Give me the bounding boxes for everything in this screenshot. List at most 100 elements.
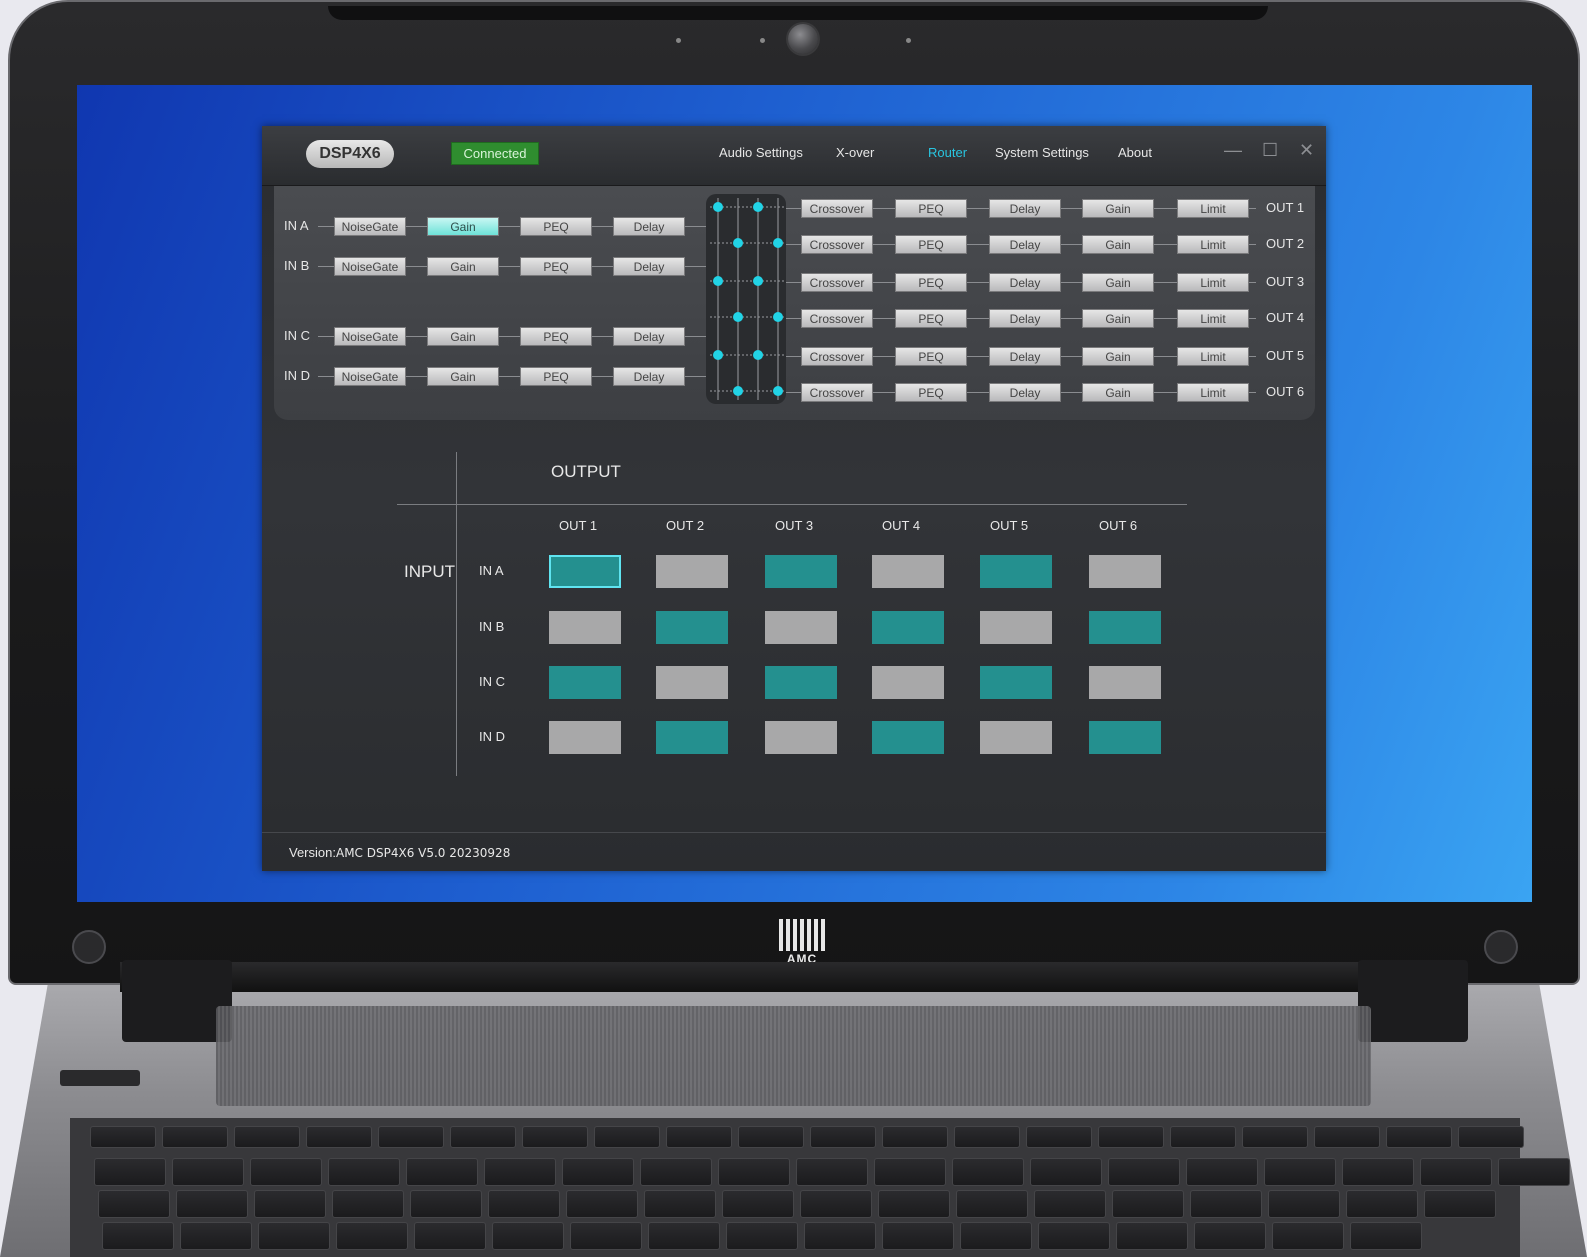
gain-block-button[interactable]: Gain bbox=[1082, 235, 1154, 254]
connection-status-button[interactable]: Connected bbox=[451, 142, 539, 165]
router-crosspoint-toggle[interactable] bbox=[980, 611, 1052, 644]
title-bar: DSP4X6 Connected Audio Settings X-over R… bbox=[262, 126, 1326, 186]
peq-block-button[interactable]: PEQ bbox=[520, 217, 592, 236]
limit-block-button[interactable]: Limit bbox=[1177, 309, 1249, 328]
delay-block-button[interactable]: Delay bbox=[613, 367, 685, 386]
gain-block-button[interactable]: Gain bbox=[427, 217, 499, 236]
router-crosspoint-toggle[interactable] bbox=[765, 555, 837, 588]
limit-block-button[interactable]: Limit bbox=[1177, 347, 1249, 366]
router-crosspoint-toggle[interactable] bbox=[872, 611, 944, 644]
nav-system-settings[interactable]: System Settings bbox=[995, 145, 1089, 160]
delay-block-button[interactable]: Delay bbox=[989, 273, 1061, 292]
keyboard-key bbox=[406, 1158, 478, 1186]
nav-router[interactable]: Router bbox=[928, 145, 967, 160]
peq-block-button[interactable]: PEQ bbox=[520, 327, 592, 346]
crossover-block-button[interactable]: Crossover bbox=[801, 273, 873, 292]
minimize-icon[interactable]: — bbox=[1224, 140, 1242, 161]
gain-block-button[interactable]: Gain bbox=[1082, 347, 1154, 366]
delay-block-button[interactable]: Delay bbox=[613, 257, 685, 276]
power-button bbox=[60, 1070, 140, 1086]
peq-block-button[interactable]: PEQ bbox=[895, 309, 967, 328]
peq-block-button[interactable]: PEQ bbox=[895, 273, 967, 292]
noisegate-block-button[interactable]: NoiseGate bbox=[334, 257, 406, 276]
router-crosspoint-toggle[interactable] bbox=[656, 666, 728, 699]
peq-block-button[interactable]: PEQ bbox=[520, 257, 592, 276]
limit-block-button[interactable]: Limit bbox=[1177, 383, 1249, 402]
limit-block-button[interactable]: Limit bbox=[1177, 273, 1249, 292]
noisegate-block-button[interactable]: NoiseGate bbox=[334, 327, 406, 346]
router-column-header: OUT 4 bbox=[882, 518, 921, 533]
crossover-block-button[interactable]: Crossover bbox=[801, 383, 873, 402]
delay-block-button[interactable]: Delay bbox=[989, 199, 1061, 218]
router-crosspoint-toggle[interactable] bbox=[1089, 721, 1161, 754]
router-crosspoint-toggle[interactable] bbox=[980, 555, 1052, 588]
router-crosspoint-toggle[interactable] bbox=[980, 721, 1052, 754]
noisegate-block-button[interactable]: NoiseGate bbox=[334, 217, 406, 236]
crossover-block-button[interactable]: Crossover bbox=[801, 309, 873, 328]
router-crosspoint-toggle[interactable] bbox=[656, 611, 728, 644]
noisegate-block-button[interactable]: NoiseGate bbox=[334, 367, 406, 386]
router-crosspoint-toggle[interactable] bbox=[980, 666, 1052, 699]
keyboard-key bbox=[878, 1190, 950, 1218]
delay-block-button[interactable]: Delay bbox=[989, 235, 1061, 254]
router-crosspoint-toggle[interactable] bbox=[549, 611, 621, 644]
keyboard-key bbox=[1342, 1158, 1414, 1186]
close-icon[interactable]: ✕ bbox=[1299, 140, 1314, 161]
gain-block-button[interactable]: Gain bbox=[1082, 383, 1154, 402]
keyboard-key bbox=[722, 1190, 794, 1218]
router-crosspoint-toggle[interactable] bbox=[872, 721, 944, 754]
keyboard-key bbox=[726, 1222, 798, 1250]
output-label: OUT 4 bbox=[1266, 310, 1305, 325]
sensor-dot bbox=[676, 38, 681, 43]
router-crosspoint-toggle[interactable] bbox=[1089, 666, 1161, 699]
peq-block-button[interactable]: PEQ bbox=[895, 199, 967, 218]
crossover-block-button[interactable]: Crossover bbox=[801, 347, 873, 366]
speaker-grille bbox=[216, 1006, 1371, 1106]
delay-block-button[interactable]: Delay bbox=[989, 309, 1061, 328]
keyboard-key bbox=[1350, 1222, 1422, 1250]
router-crosspoint-toggle[interactable] bbox=[656, 721, 728, 754]
crossover-block-button[interactable]: Crossover bbox=[801, 199, 873, 218]
router-crosspoint-toggle[interactable] bbox=[872, 666, 944, 699]
crossover-block-button[interactable]: Crossover bbox=[801, 235, 873, 254]
router-row-header: IN D bbox=[479, 729, 505, 744]
delay-block-button[interactable]: Delay bbox=[613, 327, 685, 346]
router-crosspoint-toggle[interactable] bbox=[549, 666, 621, 699]
router-row-header: IN C bbox=[479, 674, 505, 689]
delay-block-button[interactable]: Delay bbox=[989, 383, 1061, 402]
gain-block-button[interactable]: Gain bbox=[427, 327, 499, 346]
camera-bezel bbox=[328, 6, 1268, 20]
output-label: OUT 2 bbox=[1266, 236, 1305, 251]
limit-block-button[interactable]: Limit bbox=[1177, 199, 1249, 218]
nav-x-over[interactable]: X-over bbox=[836, 145, 874, 160]
router-crosspoint-toggle[interactable] bbox=[549, 555, 621, 588]
limit-block-button[interactable]: Limit bbox=[1177, 235, 1249, 254]
keyboard-key bbox=[180, 1222, 252, 1250]
router-crosspoint-toggle[interactable] bbox=[765, 721, 837, 754]
peq-block-button[interactable]: PEQ bbox=[895, 383, 967, 402]
keyboard-key bbox=[1186, 1158, 1258, 1186]
peq-block-button[interactable]: PEQ bbox=[520, 367, 592, 386]
nav-audio-settings[interactable]: Audio Settings bbox=[719, 145, 803, 160]
router-crosspoint-toggle[interactable] bbox=[656, 555, 728, 588]
gain-block-button[interactable]: Gain bbox=[1082, 309, 1154, 328]
gain-block-button[interactable]: Gain bbox=[1082, 273, 1154, 292]
router-crosspoint-toggle[interactable] bbox=[765, 666, 837, 699]
peq-block-button[interactable]: PEQ bbox=[895, 347, 967, 366]
router-crosspoint-toggle[interactable] bbox=[872, 555, 944, 588]
router-crosspoint-toggle[interactable] bbox=[765, 611, 837, 644]
nav-about[interactable]: About bbox=[1118, 145, 1152, 160]
gain-block-button[interactable]: Gain bbox=[427, 367, 499, 386]
maximize-icon[interactable]: ☐ bbox=[1262, 140, 1278, 161]
router-crosspoint-toggle[interactable] bbox=[1089, 611, 1161, 644]
router-crosspoint-toggle[interactable] bbox=[549, 721, 621, 754]
desktop-screen: DSP4X6 Connected Audio Settings X-over R… bbox=[77, 85, 1532, 902]
gain-block-button[interactable]: Gain bbox=[427, 257, 499, 276]
peq-block-button[interactable]: PEQ bbox=[895, 235, 967, 254]
matrix-node-dot bbox=[713, 202, 723, 212]
delay-block-button[interactable]: Delay bbox=[613, 217, 685, 236]
router-crosspoint-toggle[interactable] bbox=[1089, 555, 1161, 588]
gain-block-button[interactable]: Gain bbox=[1082, 199, 1154, 218]
delay-block-button[interactable]: Delay bbox=[989, 347, 1061, 366]
keyboard-key bbox=[882, 1222, 954, 1250]
